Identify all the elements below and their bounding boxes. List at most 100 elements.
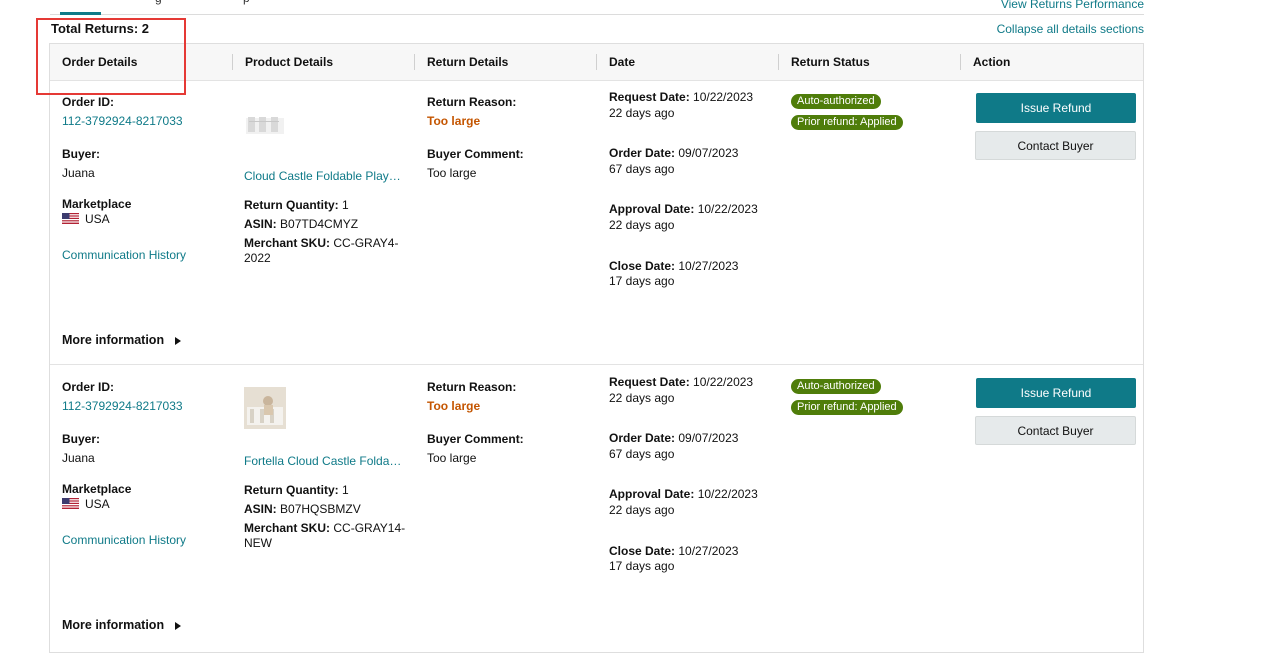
approval-date-value: 10/22/2023 bbox=[697, 487, 758, 501]
return-reason-label: Return Reason: bbox=[427, 380, 517, 394]
active-tab-indicator bbox=[60, 12, 101, 15]
asin-label: ASIN: bbox=[244, 217, 277, 231]
more-information-toggle[interactable]: More information bbox=[62, 333, 164, 347]
order-id-link[interactable]: 112-3792924-8217033 bbox=[62, 114, 183, 128]
buyer-label: Buyer: bbox=[62, 147, 101, 161]
issue-refund-button[interactable]: Issue Refund bbox=[976, 378, 1136, 408]
merchant-sku-row: Merchant SKU: CC-GRAY4- bbox=[244, 236, 398, 250]
view-returns-performance-link[interactable]: View Returns Performance bbox=[1001, 0, 1144, 11]
expand-arrow-icon[interactable] bbox=[175, 337, 181, 345]
column-header-return-details: Return Details bbox=[427, 55, 509, 69]
return-quantity-label: Return Quantity: bbox=[244, 483, 339, 497]
order-date-value: 09/07/2023 bbox=[678, 146, 739, 160]
marketplace-value: USA bbox=[85, 212, 110, 226]
close-date-ago: 17 days ago bbox=[609, 559, 675, 573]
approval-date-value: 10/22/2023 bbox=[697, 202, 758, 216]
product-name-link[interactable]: Fortella Cloud Castle Foldable Playpen f… bbox=[244, 454, 406, 468]
close-date-ago: 17 days ago bbox=[609, 274, 675, 288]
merchant-sku-row: Merchant SKU: CC-GRAY14- bbox=[244, 521, 405, 535]
close-date-label: Close Date: bbox=[609, 544, 676, 558]
buyer-comment-value: Too large bbox=[427, 451, 477, 465]
tab-label-fragment[interactable]: g bbox=[155, 0, 162, 5]
column-divider bbox=[596, 54, 597, 70]
request-date-label: Request Date: bbox=[609, 90, 690, 104]
us-flag-icon bbox=[62, 213, 79, 224]
issue-refund-button[interactable]: Issue Refund bbox=[976, 93, 1136, 123]
request-date-ago: 22 days ago bbox=[609, 391, 675, 405]
communication-history-link[interactable]: Communication History bbox=[62, 533, 186, 547]
collapse-all-details-link[interactable]: Collapse all details sections bbox=[997, 22, 1144, 36]
return-quantity-row: Return Quantity: 1 bbox=[244, 483, 349, 497]
marketplace-value: USA bbox=[85, 497, 110, 511]
asin-row: ASIN: B07TD4CMYZ bbox=[244, 217, 358, 231]
order-date-label: Order Date: bbox=[609, 146, 676, 160]
return-quantity-label: Return Quantity: bbox=[244, 198, 339, 212]
communication-history-link[interactable]: Communication History bbox=[62, 248, 186, 262]
column-divider bbox=[960, 54, 961, 70]
buyer-label: Buyer: bbox=[62, 432, 101, 446]
request-date-row: Request Date: 10/22/2023 bbox=[609, 90, 753, 104]
order-date-value: 09/07/2023 bbox=[678, 431, 739, 445]
request-date-value: 10/22/2023 bbox=[693, 90, 754, 104]
table-row: Order ID: 112-3792924-8217033 Buyer: Jua… bbox=[50, 365, 1143, 655]
return-quantity-value: 1 bbox=[342, 198, 349, 212]
annotation-highlight-box bbox=[36, 18, 186, 95]
buyer-comment-label: Buyer Comment: bbox=[427, 147, 524, 161]
request-date-row: Request Date: 10/22/2023 bbox=[609, 375, 753, 389]
order-date-ago: 67 days ago bbox=[609, 162, 675, 176]
tab-bar-divider bbox=[50, 14, 1144, 15]
order-date-row: Order Date: 09/07/2023 bbox=[609, 146, 738, 160]
asin-row: ASIN: B07HQSBMZV bbox=[244, 502, 361, 516]
product-name-link[interactable]: Cloud Castle Foldable Playpen for Babies… bbox=[244, 169, 406, 183]
tab-label-fragment[interactable]: p bbox=[243, 0, 250, 5]
returns-table: Order Details Product Details Return Det… bbox=[49, 43, 1144, 653]
marketplace-label: Marketplace bbox=[62, 482, 132, 496]
merchant-sku-value: CC-GRAY14- bbox=[333, 521, 406, 535]
request-date-label: Request Date: bbox=[609, 375, 690, 389]
marketplace-label: Marketplace bbox=[62, 197, 132, 211]
approval-date-row: Approval Date: 10/22/2023 bbox=[609, 487, 758, 501]
merchant-sku-label: Merchant SKU: bbox=[244, 236, 331, 250]
contact-buyer-button[interactable]: Contact Buyer bbox=[975, 131, 1136, 160]
product-thumbnail[interactable] bbox=[244, 104, 286, 146]
merchant-sku-value-cont: NEW bbox=[244, 536, 272, 550]
close-date-value: 10/27/2023 bbox=[678, 259, 739, 273]
order-date-ago: 67 days ago bbox=[609, 447, 675, 461]
us-flag-icon bbox=[62, 498, 79, 509]
approval-date-label: Approval Date: bbox=[609, 487, 695, 501]
close-date-label: Close Date: bbox=[609, 259, 676, 273]
close-date-row: Close Date: 10/27/2023 bbox=[609, 544, 738, 558]
buyer-name: Juana bbox=[62, 451, 95, 465]
return-reason-value: Too large bbox=[427, 399, 481, 413]
return-quantity-row: Return Quantity: 1 bbox=[244, 198, 349, 212]
contact-buyer-button[interactable]: Contact Buyer bbox=[975, 416, 1136, 445]
more-information-toggle[interactable]: More information bbox=[62, 618, 164, 632]
status-badge: Prior refund: Applied bbox=[791, 400, 903, 415]
status-badge: Auto-authorized bbox=[791, 94, 881, 109]
column-header-date: Date bbox=[609, 55, 636, 69]
product-thumbnail[interactable] bbox=[244, 387, 286, 429]
asin-label: ASIN: bbox=[244, 502, 277, 516]
column-header-action: Action bbox=[973, 55, 1011, 69]
expand-arrow-icon[interactable] bbox=[175, 622, 181, 630]
return-quantity-value: 1 bbox=[342, 483, 349, 497]
asin-value: B07TD4CMYZ bbox=[280, 217, 359, 231]
buyer-comment-label: Buyer Comment: bbox=[427, 432, 524, 446]
merchant-sku-value: CC-GRAY4- bbox=[333, 236, 399, 250]
request-date-value: 10/22/2023 bbox=[693, 375, 754, 389]
column-divider bbox=[414, 54, 415, 70]
approval-date-ago: 22 days ago bbox=[609, 218, 675, 232]
asin-value: B07HQSBMZV bbox=[280, 502, 361, 516]
table-row: Order ID: 112-3792924-8217033 Buyer: Jua… bbox=[50, 80, 1143, 365]
request-date-ago: 22 days ago bbox=[609, 106, 675, 120]
order-id-link[interactable]: 112-3792924-8217033 bbox=[62, 399, 183, 413]
buyer-comment-value: Too large bbox=[427, 166, 477, 180]
column-header-product-details: Product Details bbox=[245, 55, 334, 69]
order-id-label: Order ID: bbox=[62, 95, 115, 109]
merchant-sku-label: Merchant SKU: bbox=[244, 521, 331, 535]
order-id-label: Order ID: bbox=[62, 380, 115, 394]
return-reason-label: Return Reason: bbox=[427, 95, 517, 109]
table-header: Order Details Product Details Return Det… bbox=[50, 44, 1143, 81]
return-reason-value: Too large bbox=[427, 114, 481, 128]
column-divider bbox=[232, 54, 233, 70]
